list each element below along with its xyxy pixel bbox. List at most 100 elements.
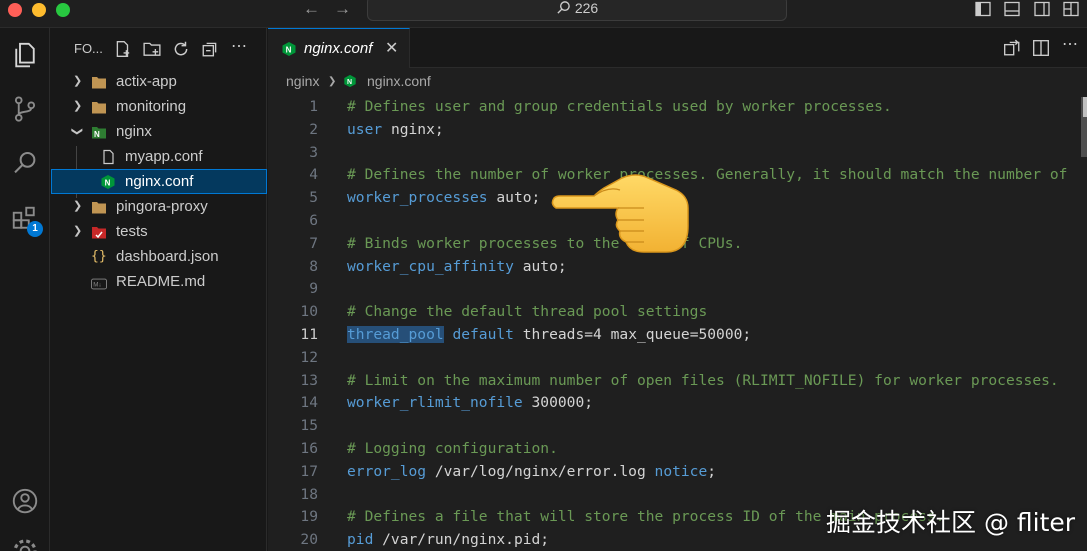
json-file-icon: {} [91,249,107,264]
breadcrumb-folder[interactable]: nginx [286,73,319,89]
code-keyword: error_log [347,462,427,480]
markdown-file-icon: M↓ [91,278,107,290]
tree-item-tests[interactable]: ❯ tests [51,219,267,244]
code-line[interactable]: 10 # Change the default thread pool setti… [268,300,1087,323]
activity-bar: 1 [0,28,50,551]
line-number: 18 [300,485,318,503]
code-line[interactable]: 14 worker_rlimit_nofile 300000; [268,391,1087,414]
window-maximize-button[interactable] [56,3,70,17]
settings-gear-icon[interactable] [10,536,40,551]
new-file-icon[interactable] [114,40,132,58]
window-minimize-button[interactable] [32,3,46,17]
tree-item-readme-md[interactable]: M↓ README.md [51,269,267,294]
search-icon[interactable] [10,148,40,178]
toggle-primary-sidebar-icon[interactable] [975,1,991,17]
code-token: auto; [513,257,567,275]
tree-item-label: myapp.conf [125,148,203,165]
watermark: 掘金技术社区 @ fliter [826,508,1076,537]
tree-item-nginx-conf[interactable]: N nginx.conf [51,169,267,194]
tree-item-myapp-conf[interactable]: myapp.conf [51,144,267,169]
chevron-right-icon: ❯ [73,75,83,87]
code-line[interactable]: 13 # Limit on the maximum number of open … [268,369,1087,392]
split-editor-icon[interactable] [1032,39,1050,57]
code-line[interactable]: 15 [268,414,1087,437]
close-icon[interactable]: ✕ [385,38,398,58]
refresh-icon[interactable] [172,40,190,58]
arrow-left-icon[interactable]: ← [303,0,320,19]
code-token: 300000; [522,394,594,412]
more-actions-icon[interactable]: ⋯ [231,36,249,55]
line-number: 19 [300,508,318,526]
line-number: 16 [300,440,318,457]
open-changes-icon[interactable] [1003,39,1021,57]
command-center-search[interactable]: 226 [367,0,787,21]
line-number: 9 [309,280,318,298]
code-comment: # Defines the number of worker processes… [347,166,1068,184]
code-token: ; [707,462,717,480]
explorer-header: FO... ⋯ [51,28,267,70]
line-number: 7 [309,234,318,252]
line-number: 4 [309,166,318,184]
code-line[interactable]: 2 user nginx; [268,118,1087,141]
code-line[interactable]: 11 thread_pool default threads=4 max_queu… [268,323,1087,346]
tree-item-actix-app[interactable]: ❯ actix-app [51,69,267,94]
explorer-sidebar: FO... ⋯ ❯ actix-app ❯ monitoring ❯ N ngi… [51,28,267,551]
svg-text:N: N [347,79,352,86]
tree-item-pingora-proxy[interactable]: ❯ pingora-proxy [51,194,267,219]
extensions-badge: 1 [27,221,43,237]
code-line[interactable]: 17 error_log /var/log/nginx/error.log not… [268,460,1087,483]
breadcrumb-file[interactable]: nginx.conf [367,73,431,89]
new-folder-icon[interactable] [143,40,161,58]
explorer-icon[interactable] [10,40,40,70]
chevron-right-icon: ❯ [73,225,83,237]
customize-layout-icon[interactable] [1063,1,1079,17]
account-icon[interactable] [10,486,40,516]
nginx-icon: N [101,175,115,189]
line-number: 6 [309,212,318,229]
file-icon [103,149,114,165]
line-number: 8 [309,257,318,275]
tree-item-label: monitoring [116,98,187,115]
code-text: user nginx; [347,118,444,141]
code-line[interactable]: 8 worker_cpu_affinity auto; [268,255,1087,278]
code-line[interactable]: 12 [268,346,1087,369]
tree-item-dashboard-json[interactable]: {} dashboard.json [51,244,267,269]
code-line[interactable]: 16 # Logging configuration. [268,437,1087,460]
code-editor[interactable]: 1 # Defines user and group credentials us… [268,94,1087,551]
tree-item-monitoring[interactable]: ❯ monitoring [51,94,267,119]
toggle-secondary-sidebar-icon[interactable] [1034,1,1050,17]
toggle-panel-icon[interactable] [1004,1,1020,17]
arrow-right-icon[interactable]: → [334,0,351,19]
code-text: thread_pool default threads=4 max_queue=… [347,323,751,346]
tree-item-label: nginx [116,123,152,140]
code-line[interactable]: 9 [268,277,1087,300]
folder-icon [92,102,106,114]
nginx-icon: N [344,74,356,88]
chevron-down-icon: ❯ [71,126,84,137]
code-text: # Limit on the maximum number of open fi… [347,369,1059,392]
explorer-title: FO... [74,41,103,56]
code-text: worker_rlimit_nofile 300000; [347,391,593,414]
line-number: 10 [300,303,318,321]
collapse-all-icon[interactable] [201,40,219,58]
tree-item-nginx[interactable]: ❯ N nginx [51,119,267,144]
more-actions-icon[interactable]: ⋯ [1062,34,1080,53]
tab-label: nginx.conf [304,40,373,57]
code-line[interactable]: 1 # Defines user and group credentials us… [268,95,1087,118]
code-keyword: worker_cpu_affinity [347,257,514,275]
tree-item-label: tests [116,223,148,240]
tab-nginx-conf[interactable]: N nginx.conf ✕ [268,28,410,68]
code-keyword: pid [347,531,374,549]
source-control-icon[interactable] [10,94,40,124]
line-number: 3 [309,143,318,161]
code-keyword: user [347,120,383,138]
code-keyword: worker_processes [347,189,488,207]
chevron-right-icon: ❯ [73,100,83,112]
code-token: /var/log/nginx/error.log [426,462,655,480]
code-line[interactable]: 3 [268,141,1087,164]
svg-text:N: N [286,46,292,55]
line-number: 11 [300,326,318,343]
window-close-button[interactable] [8,3,22,17]
line-number: 15 [300,417,318,435]
code-token: nginx; [382,120,444,138]
